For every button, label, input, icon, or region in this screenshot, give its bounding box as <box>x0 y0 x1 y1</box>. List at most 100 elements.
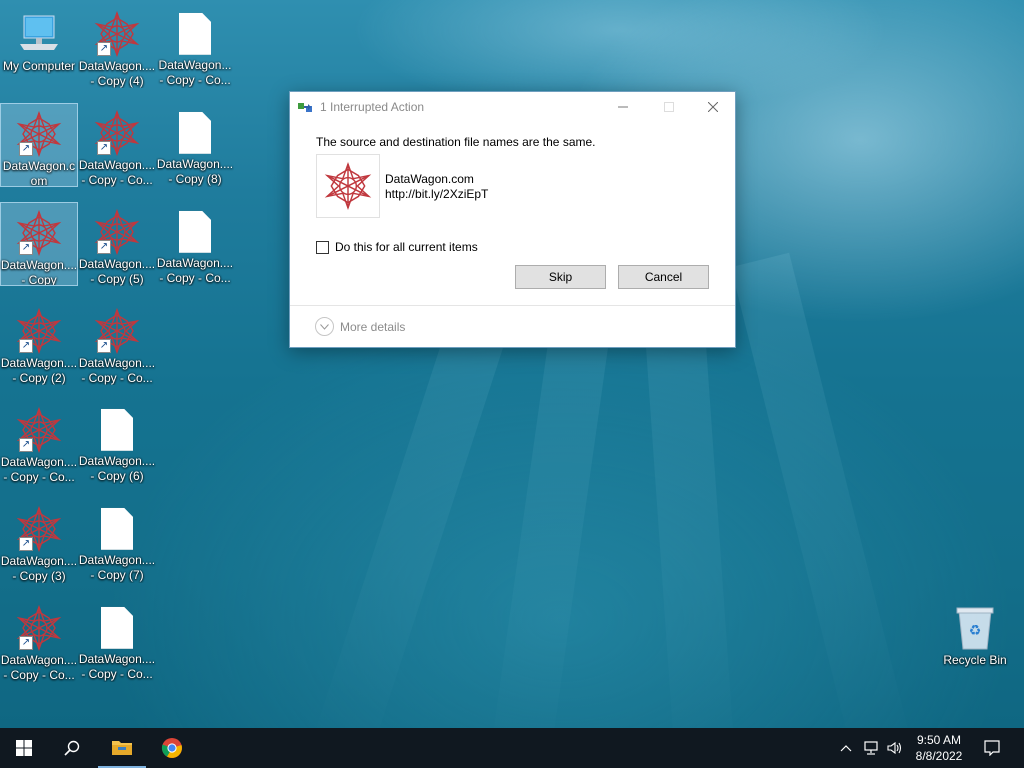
datawagon-shortcut-icon: ↗ <box>93 208 141 256</box>
chrome-icon <box>161 738 182 758</box>
desktop-icon-datawagon-copy-3[interactable]: ↗ DataWagon.... - Copy (3) <box>0 499 78 583</box>
shortcut-arrow-icon: ↗ <box>97 339 111 353</box>
recycle-bin-icon: ♻ <box>951 604 999 652</box>
shortcut-arrow-icon: ↗ <box>19 241 33 255</box>
desktop-icon-datawagon-copy-co-4[interactable]: ↗ DataWagon.... - Copy - Co... <box>78 301 156 385</box>
desktop-icon-file-copy-8[interactable]: DataWagon.... - Copy (8) <box>156 103 234 187</box>
file-icon <box>93 406 141 453</box>
file-icon <box>171 10 219 57</box>
start-button[interactable] <box>0 728 48 768</box>
desktop-icon-label: Recycle Bin <box>943 653 1007 667</box>
desktop-icon-file-copy-co-2[interactable]: DataWagon... - Copy - Co... <box>156 4 234 88</box>
desktop-icon-label: DataWagon.... - Copy (4) <box>78 59 156 88</box>
apply-all-checkbox-row[interactable]: Do this for all current items <box>316 240 478 254</box>
datawagon-shortcut-icon: ↗ <box>93 307 141 355</box>
desktop-icon-datawagon-copy-co-2[interactable]: ↗ DataWagon.... - Copy - Co... <box>0 598 78 682</box>
network-button[interactable] <box>860 728 882 768</box>
desktop-icon-label: DataWagon.... - Copy (2) <box>0 356 78 385</box>
taskbar-clock[interactable]: 9:50 AM 8/8/2022 <box>906 732 972 764</box>
datawagon-logo-icon <box>326 163 370 209</box>
desktop-icon-label: DataWagon.... - Copy (3) <box>0 554 78 583</box>
desktop-icon-file-copy-7[interactable]: DataWagon.... - Copy (7) <box>78 499 156 583</box>
desktop-icon-label: DataWagon.... - Copy (5) <box>78 257 156 286</box>
datawagon-shortcut-icon: ↗ <box>15 604 63 652</box>
file-icon <box>171 109 219 156</box>
desktop-icon-datawagon-copy[interactable]: ↗ DataWagon.... - Copy <box>0 202 78 286</box>
taskbar: 9:50 AM 8/8/2022 <box>0 728 1024 768</box>
desktop-icon-datawagon-copy-5[interactable]: ↗ DataWagon.... - Copy (5) <box>78 202 156 286</box>
clock-date: 8/8/2022 <box>915 749 963 763</box>
file-explorer-button[interactable] <box>98 728 146 768</box>
file-explorer-icon <box>112 741 132 755</box>
file-thumbnail <box>316 154 380 218</box>
shortcut-arrow-icon: ↗ <box>19 636 33 650</box>
start-icon <box>16 740 32 756</box>
file-name: DataWagon.com <box>385 172 474 186</box>
apply-all-checkbox[interactable] <box>316 240 329 254</box>
computer-icon <box>15 10 63 58</box>
desktop-icon-label: DataWagon.... - Copy (6) <box>78 454 156 484</box>
datawagon-shortcut-icon: ↗ <box>15 406 63 454</box>
desktop-icon-datawagon-copy-co-3[interactable]: ↗ DataWagon.... - Copy - Co... <box>78 103 156 187</box>
maximize-icon <box>664 102 674 112</box>
desktop-icon-datawagon-copy-co[interactable]: ↗ DataWagon.... - Copy - Co... <box>0 400 78 484</box>
close-icon <box>708 102 718 112</box>
chevron-up-icon <box>840 745 852 752</box>
file-url: http://bit.ly/2XziEpT <box>385 187 489 201</box>
datawagon-shortcut-icon: ↗ <box>15 209 63 257</box>
desktop-icon-file-copy-6[interactable]: DataWagon.... - Copy (6) <box>78 400 156 484</box>
file-icon <box>93 505 141 552</box>
desktop-icon-file-copy-co[interactable]: DataWagon.... - Copy - Co... <box>78 598 156 682</box>
desktop-icon-recycle-bin[interactable]: ♻ Recycle Bin <box>936 598 1014 682</box>
desktop-icon-label: DataWagon.com <box>2 159 76 186</box>
clock-time: 9:50 AM <box>916 733 962 747</box>
desktop-icon-label: DataWagon.... - Copy - Co... <box>78 652 156 682</box>
dialog-titlebar[interactable]: 1 Interrupted Action <box>290 92 735 122</box>
shortcut-arrow-icon: ↗ <box>19 537 33 551</box>
desktop-icon-label: DataWagon.... - Copy - Co... <box>0 455 78 484</box>
desktop-icon-datawagon[interactable]: ↗ DataWagon.com <box>0 103 78 187</box>
dialog-title: 1 Interrupted Action <box>320 100 425 114</box>
shortcut-arrow-icon: ↗ <box>19 438 33 452</box>
desktop-icon-datawagon-copy-4[interactable]: ↗ DataWagon.... - Copy (4) <box>78 4 156 88</box>
shortcut-arrow-icon: ↗ <box>97 240 111 254</box>
action-center-button[interactable] <box>978 728 1006 768</box>
volume-button[interactable] <box>884 728 906 768</box>
apply-all-checkbox-label[interactable]: Do this for all current items <box>335 240 478 254</box>
datawagon-shortcut-icon: ↗ <box>15 307 63 355</box>
chevron-down-icon[interactable] <box>315 317 334 336</box>
desktop-icon-label: My Computer <box>2 59 76 73</box>
show-hidden-icons-button[interactable] <box>836 728 856 768</box>
datawagon-shortcut-icon: ↗ <box>15 505 63 553</box>
dialog-message: The source and destination file names ar… <box>316 135 596 149</box>
desktop-icon-file-copy-co-3[interactable]: DataWagon.... - Copy - Co... <box>156 202 234 286</box>
desktop-icon-label: DataWagon.... - Copy (7) <box>78 553 156 583</box>
desktop-icon-my-computer[interactable]: My Computer <box>0 4 78 88</box>
desktop-icon-label: DataWagon... - Copy - Co... <box>158 58 232 88</box>
desktop-icon-label: DataWagon.... - Copy - Co... <box>156 256 234 286</box>
maximize-button <box>646 92 692 122</box>
volume-icon <box>887 741 902 755</box>
file-icon <box>171 208 219 255</box>
desktop-icon-label: DataWagon.... - Copy - Co... <box>0 653 78 682</box>
light-ray <box>730 252 915 768</box>
close-button[interactable] <box>690 92 736 122</box>
minimize-button[interactable] <box>600 92 646 122</box>
desktop-icon-label: DataWagon.... - Copy - Co... <box>78 356 156 385</box>
datawagon-shortcut-icon: ↗ <box>93 10 141 58</box>
skip-button[interactable]: Skip <box>515 265 606 289</box>
desktop-icon-label: DataWagon.... - Copy <box>0 258 78 285</box>
dialog-footer: More details <box>290 305 735 347</box>
desktop-icon-datawagon-copy-2[interactable]: ↗ DataWagon.... - Copy (2) <box>0 301 78 385</box>
desktop-icon-label: DataWagon.... - Copy - Co... <box>78 158 156 187</box>
desktop-icon-label: DataWagon.... - Copy (8) <box>156 157 234 187</box>
notification-icon <box>984 740 1000 756</box>
svg-text:♻: ♻ <box>969 623 982 639</box>
chrome-button[interactable] <box>148 728 196 768</box>
search-button[interactable] <box>48 728 96 768</box>
cancel-button[interactable]: Cancel <box>618 265 709 289</box>
shortcut-arrow-icon: ↗ <box>19 142 33 156</box>
datawagon-shortcut-icon: ↗ <box>15 110 63 158</box>
shortcut-arrow-icon: ↗ <box>97 141 111 155</box>
more-details-link[interactable]: More details <box>340 320 405 334</box>
